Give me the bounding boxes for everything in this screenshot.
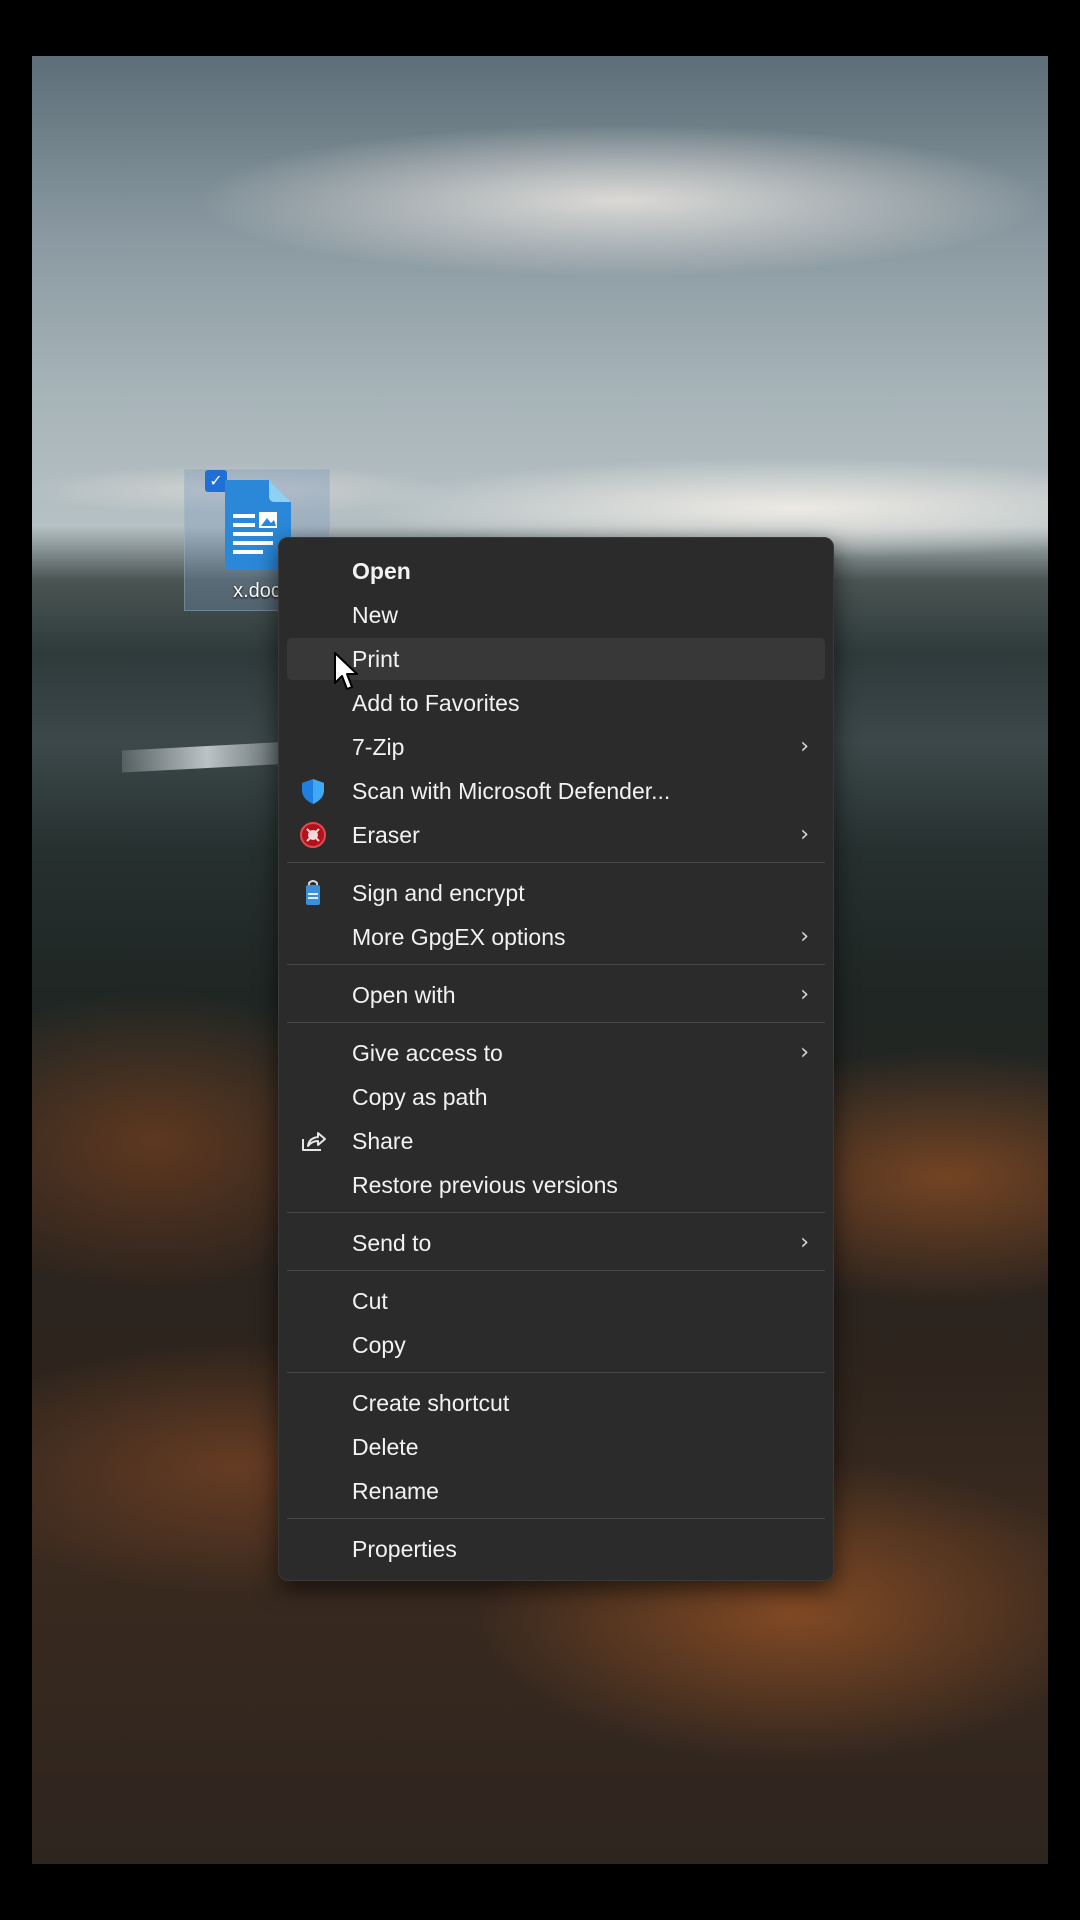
menu-item-restore-previous-versions[interactable]: Restore previous versions [287,1164,825,1206]
menu-item-label: 7-Zip [352,734,405,760]
menu-item-label: Open with [352,982,456,1008]
menu-separator [287,1270,825,1271]
context-menu: Open New Print Add to Favorites 7-Zip › … [278,537,834,1581]
menu-item-label: Cut [352,1288,388,1314]
menu-item-copy-as-path[interactable]: Copy as path [287,1076,825,1118]
menu-item-add-to-favorites[interactable]: Add to Favorites [287,682,825,724]
menu-item-7zip[interactable]: 7-Zip › [287,726,825,768]
menu-item-eraser[interactable]: Eraser › [287,814,825,856]
menu-item-create-shortcut[interactable]: Create shortcut [287,1382,825,1424]
menu-item-label: Add to Favorites [352,690,520,716]
menu-item-label: Create shortcut [352,1390,510,1416]
menu-item-send-to[interactable]: Send to › [287,1222,825,1264]
menu-item-label: Give access to [352,1040,503,1066]
menu-item-properties[interactable]: Properties [287,1528,825,1570]
menu-separator [287,1022,825,1023]
wallpaper-detail [122,741,292,773]
menu-item-label: Open [352,558,411,584]
menu-item-label: Share [352,1128,414,1154]
menu-item-print[interactable]: Print [287,638,825,680]
menu-item-open[interactable]: Open [287,550,825,592]
menu-item-label: Copy as path [352,1084,488,1110]
menu-item-open-with[interactable]: Open with › [287,974,825,1016]
menu-item-share[interactable]: Share [287,1120,825,1162]
share-icon [302,1132,326,1151]
menu-separator [287,862,825,863]
menu-item-label: Copy [352,1332,406,1358]
chevron-right-icon: › [800,822,809,847]
menu-item-label: Scan with Microsoft Defender... [352,778,671,804]
chevron-right-icon: › [800,924,809,949]
menu-item-label: Restore previous versions [352,1172,618,1198]
menu-item-label: Properties [352,1536,457,1562]
chevron-right-icon: › [800,1040,809,1065]
menu-item-cut[interactable]: Cut [287,1280,825,1322]
menu-item-copy[interactable]: Copy [287,1324,825,1366]
menu-item-label: New [352,602,399,628]
menu-item-new[interactable]: New [287,594,825,636]
menu-item-label: Sign and encrypt [352,880,525,906]
chevron-right-icon: › [800,1230,809,1255]
menu-separator [287,964,825,965]
menu-item-label: Rename [352,1478,439,1504]
eraser-icon [300,822,326,848]
menu-item-rename[interactable]: Rename [287,1470,825,1512]
menu-item-delete[interactable]: Delete [287,1426,825,1468]
menu-separator [287,1212,825,1213]
menu-item-label: Send to [352,1230,432,1256]
menu-separator [287,1372,825,1373]
defender-shield-icon [302,779,324,804]
menu-item-label: Eraser [352,822,420,848]
menu-item-scan-defender[interactable]: Scan with Microsoft Defender... [287,770,825,812]
menu-item-give-access-to[interactable]: Give access to › [287,1032,825,1074]
menu-item-label: More GpgEX options [352,924,566,950]
chevron-right-icon: › [800,734,809,759]
lock-file-icon [306,880,320,905]
menu-item-label: Delete [352,1434,419,1460]
menu-item-sign-and-encrypt[interactable]: Sign and encrypt [287,872,825,914]
chevron-right-icon: › [800,982,809,1007]
menu-separator [287,1518,825,1519]
menu-item-more-gpgex-options[interactable]: More GpgEX options › [287,916,825,958]
mouse-pointer-icon [334,652,358,690]
